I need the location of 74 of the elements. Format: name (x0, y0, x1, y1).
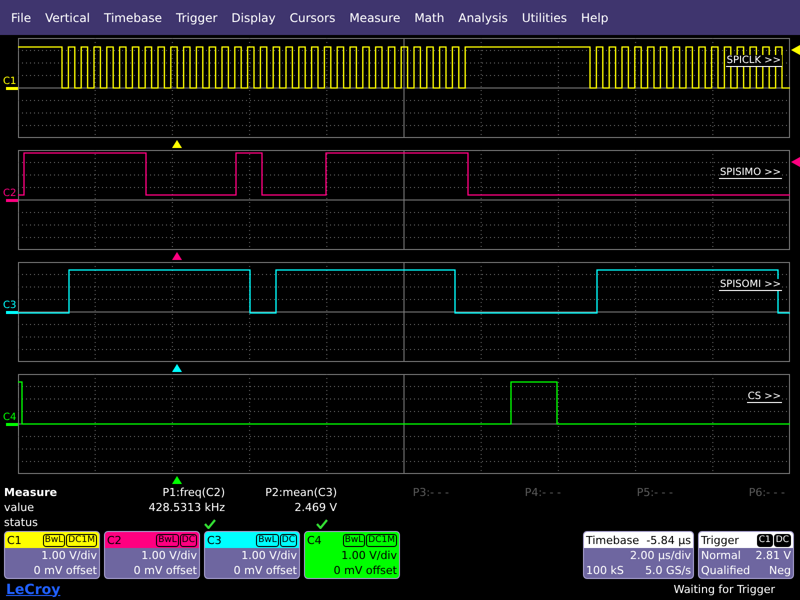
channel-panel[interactable]: C1 BwL DC1M 1.00 V/div 0 mV offset (4, 531, 100, 579)
menu-item[interactable]: Trigger (169, 8, 224, 26)
trigger-tag: DC (774, 534, 791, 546)
menu-item[interactable]: Vertical (38, 8, 98, 26)
volts-per-div: 1.00 V/div (241, 549, 297, 562)
offset-value: 0 mV offset (134, 564, 197, 577)
parameter-name: P6:- - - (748, 486, 786, 501)
parameter-value: 428.5313 kHz (148, 501, 226, 516)
coupling-tag: DC (180, 534, 197, 546)
timebase-delay: -5.84 µs (646, 534, 691, 546)
trigger-title: Trigger (701, 534, 739, 546)
menu-item[interactable]: File (4, 8, 38, 26)
logo-link[interactable]: LeCroy (6, 582, 60, 598)
coupling-tag: BwL (42, 534, 66, 546)
sample-rate: 5.0 GS/s (645, 564, 691, 577)
volts-per-div: 1.00 V/div (141, 549, 197, 562)
trigger-position-icon (172, 252, 182, 260)
trigger-mode: Normal (701, 549, 741, 562)
parameter-name: P2:mean(C3) (264, 486, 338, 501)
trigger-position-icon (172, 140, 182, 148)
menu-item[interactable]: Cursors (282, 8, 342, 26)
timebase-panel[interactable]: Timebase -5.84 µs 2.00 µs/div 100 kS 5.0 GS/s (583, 531, 694, 579)
parameter-value: 2.469 V (293, 501, 338, 516)
channel-label: C3 (3, 300, 16, 311)
parameter-name: P5:- - - (636, 486, 674, 501)
offset-value: 0 mV offset (34, 564, 97, 577)
coupling-tag: DC (280, 534, 297, 546)
row-label: status (3, 516, 39, 531)
signal-label[interactable]: CS >> (746, 391, 782, 403)
menu-item[interactable]: Math (407, 8, 452, 26)
parameter-name: P4:- - - (524, 486, 562, 501)
offset-value: 0 mV offset (234, 564, 297, 577)
signal-label[interactable]: SPISOMI >> (718, 279, 782, 291)
measure-title: Measure (3, 486, 58, 501)
parameter-name: P1:freq(C2) (161, 486, 226, 501)
signal-label[interactable]: SPICLK >> (726, 55, 782, 67)
channel-name: C1 (7, 534, 22, 546)
offset-value: 0 mV offset (334, 564, 397, 577)
status-text: Waiting for Trigger (674, 583, 775, 596)
channel-label: C4 (3, 412, 16, 423)
menu-item[interactable]: Display (224, 8, 283, 26)
channel-label: C2 (3, 188, 16, 199)
signal-label[interactable]: SPISIMO >> (718, 167, 782, 179)
row-label: value (3, 501, 36, 516)
channel-name: C4 (307, 534, 322, 546)
coupling-tag: BwL (256, 534, 279, 546)
timebase-title: Timebase (586, 534, 640, 546)
menu-item[interactable]: Analysis (451, 8, 515, 26)
trigger-position-icon (172, 476, 182, 484)
coupling-tag: BwL (156, 534, 179, 546)
menu-item[interactable]: Timebase (97, 8, 169, 26)
trigger-position-icon (172, 364, 182, 372)
volts-per-div: 1.00 V/div (41, 549, 97, 562)
menu-item[interactable]: Help (574, 8, 616, 26)
channel-panel[interactable]: C2 BwL DC 1.00 V/div 0 mV offset (104, 531, 200, 579)
sample-count: 100 kS (586, 564, 624, 577)
coupling-tag: DC1M (66, 534, 97, 546)
volts-per-div: 1.00 V/div (341, 549, 397, 562)
channel-panel[interactable]: C4 BwL DC1M 1.00 V/div 0 mV offset (304, 531, 400, 579)
parameter-name: P3:- - - (412, 486, 450, 501)
channel-panel[interactable]: C3 BwL DC 1.00 V/div 0 mV offset (204, 531, 300, 579)
trigger-tag: C1 (756, 534, 773, 546)
coupling-tag: DC1M (366, 534, 397, 546)
menu-item[interactable]: Measure (342, 8, 408, 26)
time-per-div: 2.00 µs/div (630, 549, 691, 562)
channel-name: C2 (107, 534, 122, 546)
channel-name: C3 (207, 534, 222, 546)
trigger-panel[interactable]: Trigger C1 DC Normal 2.81 V Qualified Neg (698, 531, 794, 579)
channel-label: C1 (3, 76, 16, 87)
coupling-tag: BwL (342, 534, 366, 546)
trigger-type: Qualified (701, 564, 750, 577)
trigger-slope: Neg (769, 564, 791, 577)
trigger-level: 2.81 V (755, 549, 791, 562)
menu-item[interactable]: Utilities (514, 8, 574, 26)
